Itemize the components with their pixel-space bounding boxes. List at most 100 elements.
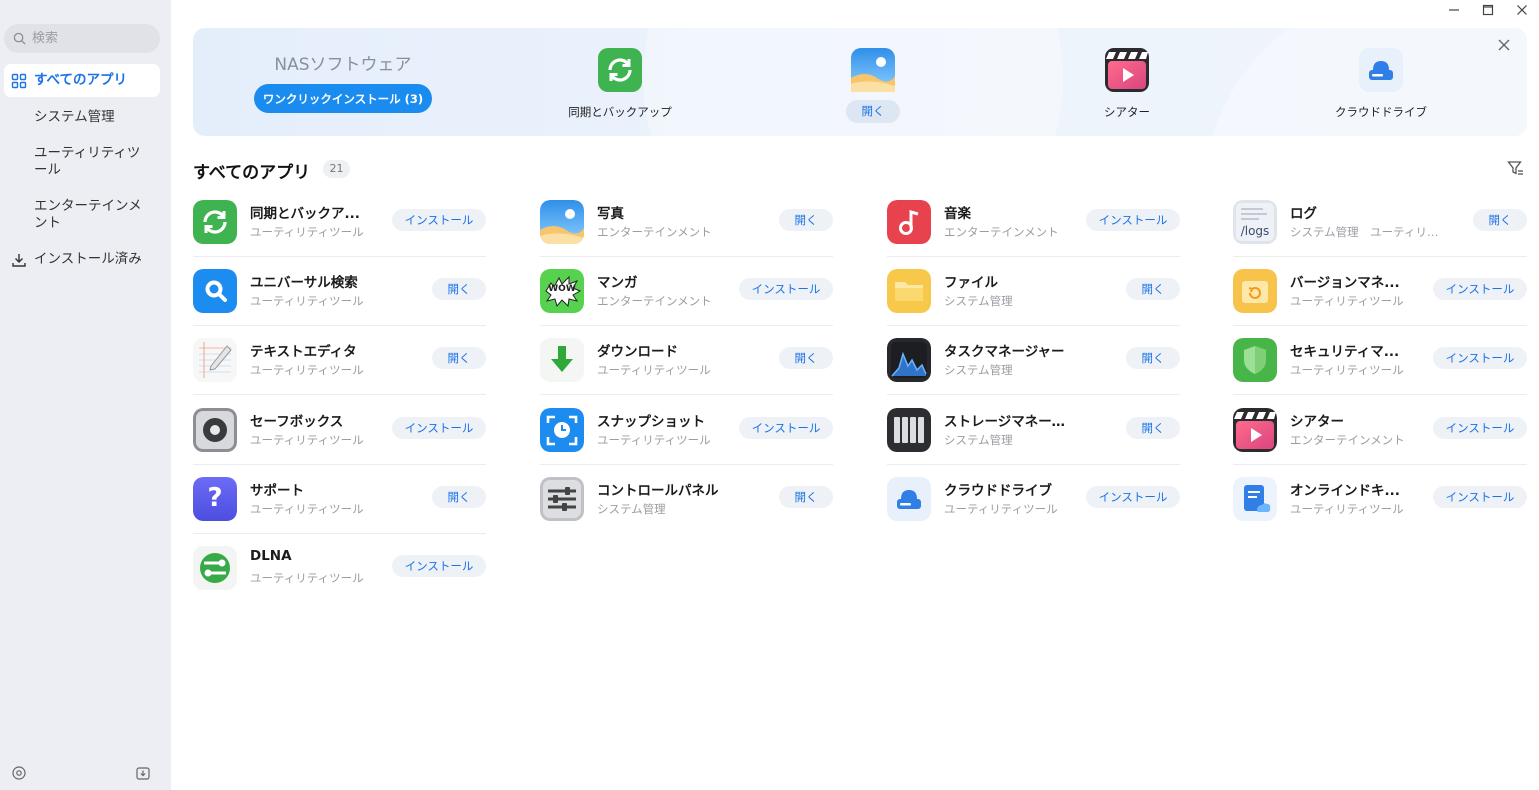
app-category: システム管理	[944, 294, 1013, 308]
app-card[interactable]: 同期とバックア... ユーティリティツール インストール	[193, 188, 486, 257]
search-box[interactable]	[4, 24, 160, 53]
app-card[interactable]: WOW マンガ エンターテインメント インストール	[540, 257, 833, 326]
banner-feature-cloud-drive[interactable]: クラウドドライブ	[1301, 48, 1461, 120]
install-button[interactable]: インストール	[392, 417, 486, 439]
app-name: ファイル	[944, 275, 998, 291]
app-card[interactable]: クラウドドライブ ユーティリティツール インストール	[887, 465, 1180, 534]
app-name: ストレージマネージャー	[944, 414, 1076, 430]
banner-feature-photos: 開く	[793, 48, 953, 123]
banner-feature-theater[interactable]: シアター	[1047, 48, 1207, 120]
sidebar-item-installed[interactable]: インストール済み	[4, 243, 160, 276]
filter-icon[interactable]	[1507, 160, 1524, 177]
open-button[interactable]: 開く	[432, 486, 486, 508]
sidebar-item-entertainment[interactable]: エンターテインメント	[4, 190, 160, 240]
app-card[interactable]: タスクマネージャー システム管理 開く	[887, 326, 1180, 395]
app-category: エンターテインメント	[944, 225, 1059, 239]
open-button[interactable]: 開く	[1126, 278, 1180, 300]
install-button[interactable]: インストール	[1433, 417, 1527, 439]
open-button[interactable]: 開く	[779, 486, 833, 508]
app-card[interactable]: シアター エンターテインメント インストール	[1233, 396, 1527, 465]
photos-icon	[851, 48, 895, 92]
install-button[interactable]: インストール	[1086, 209, 1180, 231]
app-name: 写真	[597, 206, 624, 222]
promo-banner: NASソフトウェア ワンクリックインストール (3) 同期とバックアップ 開く	[193, 28, 1527, 136]
photos-icon	[540, 200, 584, 244]
banner-open-button[interactable]: 開く	[846, 100, 900, 123]
app-card[interactable]: /logs ログシステム管理 ユーティリティツール 開く	[1233, 188, 1527, 257]
app-card[interactable]: DLNA ユーティリティツール インストール	[193, 534, 486, 603]
app-card[interactable]: ? サポートユーティリティツール 開く	[193, 465, 486, 534]
app-card[interactable]: 写真エンターテインメント 開く	[540, 188, 833, 257]
sidebar-item-utility[interactable]: ユーティリティツール	[4, 137, 160, 187]
control-panel-icon	[540, 477, 584, 521]
app-card[interactable]: テキストエディタ ユーティリティツール 開く	[193, 326, 486, 395]
app-name: サポート	[250, 483, 304, 499]
app-card[interactable]: コントロールパネル システム管理 開く	[540, 465, 833, 534]
app-card[interactable]: ダウンロードユーティリティツール 開く	[540, 326, 833, 395]
install-button[interactable]: インストール	[739, 278, 833, 300]
maximize-button[interactable]	[1471, 0, 1505, 20]
app-card[interactable]: セーフボックス ユーティリティツール インストール	[193, 396, 486, 465]
open-button[interactable]: 開く	[779, 209, 833, 231]
settings-icon[interactable]	[11, 765, 27, 781]
minimize-icon	[1449, 9, 1459, 11]
app-name: 音楽	[944, 206, 971, 222]
app-name: バージョンマネ...	[1290, 275, 1400, 291]
open-button[interactable]: 開く	[432, 278, 486, 300]
open-button[interactable]: 開く	[779, 347, 833, 369]
support-icon: ?	[193, 477, 237, 521]
app-category: ユーティリティツール	[250, 363, 364, 377]
install-button[interactable]: インストール	[739, 417, 833, 439]
cloud-drive-icon	[1359, 48, 1403, 92]
theater-icon	[1105, 48, 1149, 92]
minimize-button[interactable]	[1437, 0, 1471, 20]
close-window-button[interactable]	[1505, 0, 1539, 20]
install-button[interactable]: インストール	[1433, 278, 1527, 300]
close-icon	[1517, 5, 1527, 15]
install-button[interactable]: インストール	[1086, 486, 1180, 508]
app-category: ユーティリティツール	[597, 363, 711, 377]
universal-search-icon	[193, 269, 237, 313]
online-docs-icon	[1233, 477, 1277, 521]
app-name: コントロールパネル	[597, 483, 719, 499]
install-button[interactable]: インストール	[392, 555, 486, 577]
sidebar-item-all-apps[interactable]: すべてのアプリ	[4, 64, 160, 97]
app-name: タスクマネージャー	[944, 344, 1065, 360]
app-card[interactable]: セキュリティマ... ユーティリティツール インストール	[1233, 326, 1527, 395]
one-click-install-button[interactable]: ワンクリックインストール (3)	[254, 84, 432, 113]
app-count-badge: 21	[323, 160, 350, 178]
app-card[interactable]: ストレージマネージャーシステム管理 開く	[887, 396, 1180, 465]
archive-download-icon[interactable]	[135, 765, 151, 781]
app-card[interactable]: スナップショット ユーティリティツール インストール	[540, 396, 833, 465]
app-card[interactable]: バージョンマネ... ユーティリティツール インストール	[1233, 257, 1527, 326]
install-button[interactable]: インストール	[1433, 486, 1527, 508]
close-banner-icon[interactable]	[1497, 38, 1511, 52]
sidebar-item-system[interactable]: システム管理	[4, 101, 160, 134]
app-card[interactable]: ユニバーサル検索 ユーティリティツール 開く	[193, 257, 486, 326]
app-name: ダウンロード	[597, 344, 678, 360]
app-card[interactable]: 音楽エンターテインメント インストール	[887, 188, 1180, 257]
app-card[interactable]: オンラインドキ... ユーティリティツール インストール	[1233, 465, 1527, 534]
open-button[interactable]: 開く	[1473, 209, 1527, 231]
app-category: エンターテインメント	[597, 225, 712, 239]
banner-title: NASソフトウェア	[274, 55, 412, 75]
app-category: ユーティリティツール	[250, 502, 364, 516]
logs-icon: /logs	[1233, 200, 1277, 244]
open-button[interactable]: 開く	[1126, 347, 1180, 369]
app-category: システム管理	[944, 433, 1013, 447]
open-button[interactable]: 開く	[1126, 417, 1180, 439]
theater-icon	[1233, 408, 1277, 452]
install-button[interactable]: インストール	[392, 209, 486, 231]
banner-feature-sync[interactable]: 同期とバックアップ	[540, 48, 700, 120]
task-manager-icon	[887, 338, 931, 382]
app-category: エンターテインメント	[1290, 433, 1405, 447]
install-button[interactable]: インストール	[1433, 347, 1527, 369]
app-name: セキュリティマ...	[1290, 344, 1400, 360]
search-input[interactable]	[32, 31, 152, 46]
app-category: ユーティリティツール	[1290, 294, 1404, 308]
app-card[interactable]: ファイルシステム管理 開く	[887, 257, 1180, 326]
open-button[interactable]: 開く	[432, 347, 486, 369]
app-category: システム管理 ユーティリティツール	[1290, 225, 1440, 239]
app-name: マンガ	[597, 275, 638, 291]
maximize-icon	[1482, 4, 1494, 16]
